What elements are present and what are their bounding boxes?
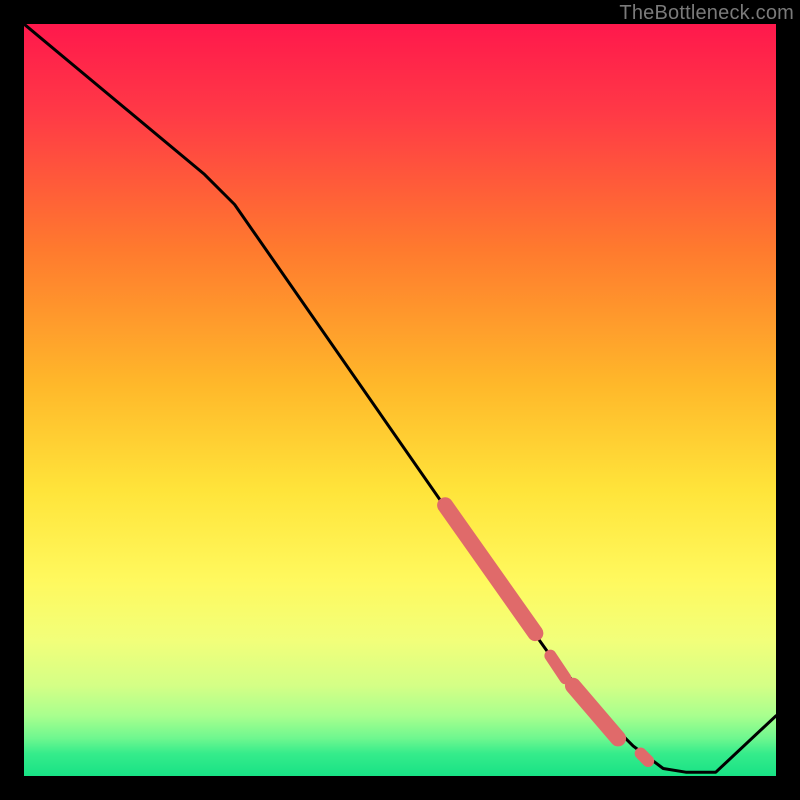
chart-frame: TheBottleneck.com [0,0,800,800]
watermark-text: TheBottleneck.com [619,2,794,25]
chart-svg [24,24,776,776]
plot-area [24,24,776,776]
highlight-segment-3 [641,753,649,761]
